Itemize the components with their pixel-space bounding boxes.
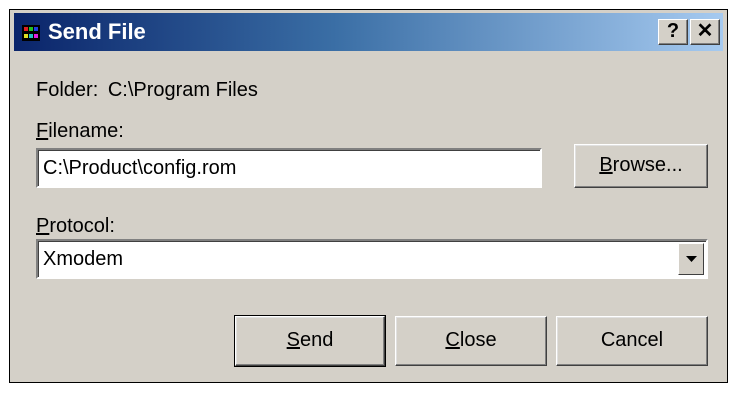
folder-row: Folder: C:\Program Files xyxy=(36,78,258,102)
folder-value: C:\Program Files xyxy=(107,79,258,101)
send-accel: S xyxy=(286,329,300,351)
send-file-dialog: Send File ? ✕ Folder: C:\Program Files F… xyxy=(9,9,728,383)
dropdown-arrow-button[interactable] xyxy=(678,243,704,275)
browse-accel: B xyxy=(599,154,613,176)
close-button[interactable]: Close xyxy=(395,316,547,366)
filename-label-text: ilename: xyxy=(48,120,124,142)
app-icon xyxy=(22,25,40,41)
send-button[interactable]: Send xyxy=(234,315,386,367)
protocol-label-accel: P xyxy=(36,215,50,237)
close-label: lose xyxy=(459,329,497,351)
protocol-select[interactable]: Xmodem xyxy=(36,239,708,279)
window-title: Send File xyxy=(48,19,146,44)
browse-button[interactable]: Browse... xyxy=(574,144,708,188)
browse-label: rowse... xyxy=(612,154,683,176)
close-accel: C xyxy=(445,329,460,351)
chevron-down-icon xyxy=(686,256,697,262)
protocol-selected-value: Xmodem xyxy=(43,248,124,270)
close-window-button[interactable]: ✕ xyxy=(690,19,720,45)
filename-input[interactable]: C:\Product\config.rom xyxy=(36,148,542,188)
send-label: end xyxy=(299,329,334,351)
help-button[interactable]: ? xyxy=(658,19,688,45)
filename-label: Filename: xyxy=(36,119,124,143)
cancel-button[interactable]: Cancel xyxy=(556,316,708,366)
protocol-label: Protocol: xyxy=(36,214,115,238)
folder-label: Folder: xyxy=(36,79,99,101)
protocol-label-text: rotocol: xyxy=(49,215,115,237)
title-bar[interactable]: Send File ? ✕ xyxy=(14,13,723,51)
close-icon: ✕ xyxy=(696,20,714,42)
filename-label-accel: F xyxy=(36,120,49,142)
